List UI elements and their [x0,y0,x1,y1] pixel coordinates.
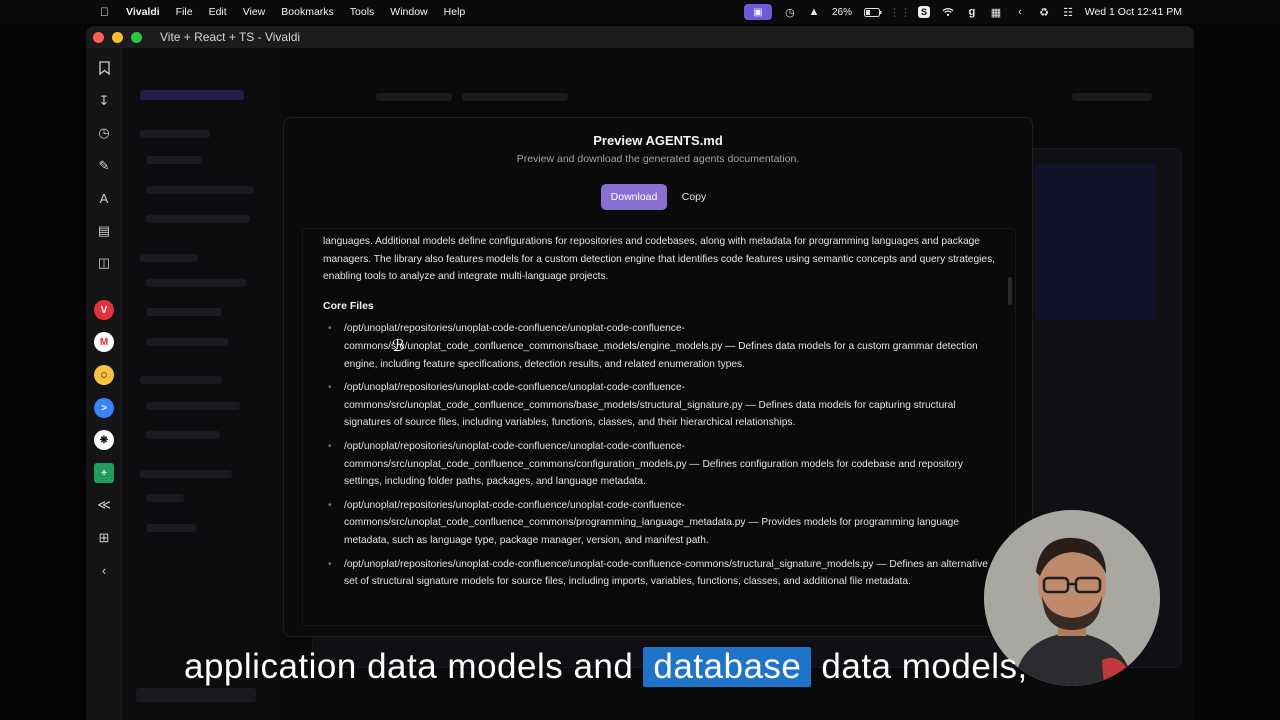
caption-text-after: data models, [821,647,1028,686]
timer-icon[interactable]: ◷ [784,6,796,19]
markdown-preview[interactable]: languages. Additional models define conf… [302,228,1016,626]
close-window-button[interactable] [93,31,104,43]
battery-percent: 26% [831,6,852,18]
history-icon[interactable]: ◷ [94,123,114,143]
claude-icon[interactable]: ☺ [94,365,114,385]
menubar-clock[interactable]: Wed 1 Oct 12:41 PM [1085,0,1182,24]
minimize-window-button[interactable] [112,31,123,43]
background-panel [1034,164,1156,320]
accessibility-icon[interactable]: ♻ [1038,6,1050,19]
sheets-icon[interactable]: + [94,463,114,483]
window-title: Vite + React + TS - Vivaldi [160,30,301,44]
download-icon[interactable]: ↧ [94,91,114,111]
text-cursor-icon: ℬ [392,338,405,356]
chevron-left-icon[interactable]: ‹ [1014,6,1026,18]
title-bar: Vite + React + TS - Vivaldi [86,26,1194,48]
vivaldi-panel-bar: ↧ ◷ ✎ A​ ▤ ◫ V M ☺ > ❋ + ≪ ⊞ ‹ [86,48,122,720]
menu-view[interactable]: View [243,6,266,18]
list-item: /opt/unoplat/repositories/unoplat-code-c… [323,379,999,432]
caption-text-before: application data models and [184,647,634,686]
menu-bar:  Vivaldi File Edit View Bookmarks Tools… [0,0,1280,24]
video-caption: application data models and database dat… [184,643,1028,691]
grid-icon[interactable]: ⋮⋮ [889,6,911,19]
menu-bookmarks[interactable]: Bookmarks [281,6,334,18]
apple-icon[interactable]:  [100,5,114,19]
window-controls [93,31,142,43]
menu-window[interactable]: Window [390,6,427,18]
list-item: /opt/unoplat/repositories/unoplat-code-c… [323,320,999,373]
control-center-icon[interactable]: ☷ [1062,6,1074,19]
menu-edit[interactable]: Edit [209,6,227,18]
background-sidebar [122,48,282,720]
reading-list-icon[interactable]: ◫ [94,253,114,273]
battery-icon[interactable] [864,6,882,18]
share-icon[interactable]: ≪ [94,495,114,515]
preview-dialog: Preview AGENTS.md Preview and download t… [283,117,1033,637]
skype-icon[interactable]: S [918,6,930,18]
dialog-subtitle: Preview and download the generated agent… [516,153,800,165]
notes-icon[interactable]: ✎ [94,156,114,176]
copy-button[interactable]: Copy [672,184,716,210]
download-button[interactable]: Download [601,184,667,210]
zoom-window-button[interactable] [131,31,142,43]
add-panel-icon[interactable]: ⊞ [94,528,114,548]
translate-icon[interactable]: A​ [94,188,114,208]
section-heading: Core Files [323,299,374,312]
dialog-title: Preview AGENTS.md [593,133,723,148]
menu-help[interactable]: Help [444,6,466,18]
menu-file[interactable]: File [176,6,193,18]
list-item: /opt/unoplat/repositories/unoplat-code-c… [323,438,999,491]
grammarly-icon[interactable]: g [966,6,978,18]
caption-highlight: database [643,647,812,687]
screen-record-icon[interactable]: ▣ [743,4,772,20]
markdown-content: languages. Additional models define conf… [323,233,999,597]
core-files-list: /opt/unoplat/repositories/unoplat-code-c… [323,320,999,590]
calendar-icon[interactable]: ▤ [94,221,114,241]
preview-scrollbar[interactable] [1008,277,1012,305]
menu-tools[interactable]: Tools [350,6,375,18]
gmail-icon[interactable]: M [94,332,114,352]
drive-icon[interactable]: ▲ [808,6,820,18]
openai-icon[interactable]: ❋ [94,430,114,450]
list-item: /opt/unoplat/repositories/unoplat-code-c… [323,497,999,550]
bookmark-icon[interactable] [94,58,114,78]
intro-paragraph: languages. Additional models define conf… [323,236,995,283]
wifi-icon[interactable] [942,6,954,18]
screen:  Vivaldi File Edit View Bookmarks Tools… [0,0,1280,720]
collapse-panel-icon[interactable]: ‹ [94,560,114,580]
vivaldi-icon[interactable]: V [94,300,114,320]
background-brand [140,90,244,100]
status-icons: ▣ ◷ ▲ 26% ⋮⋮ S g ▦ ‹ ♻ ☷ [743,0,1074,24]
terminal-icon[interactable]: > [94,398,114,418]
list-item: /opt/unoplat/repositories/unoplat-code-c… [323,556,999,591]
extension-icon[interactable]: ▦ [990,6,1002,19]
menu-app-name[interactable]: Vivaldi [126,6,160,18]
